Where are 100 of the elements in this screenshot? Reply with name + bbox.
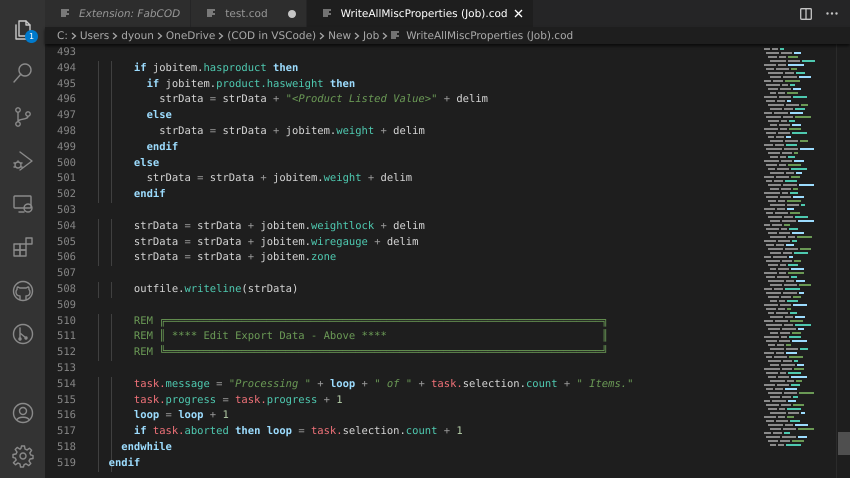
line-number: 496 (56, 92, 76, 108)
code-token: loop (330, 378, 356, 390)
editor-tab[interactable]: test.cod (191, 0, 307, 27)
code-token: strData (146, 172, 191, 184)
code-token: " Items." (576, 378, 634, 390)
chevron-icon (354, 32, 360, 40)
graph-icon (10, 322, 34, 346)
code-token: progress (166, 394, 216, 406)
code-token: if (132, 425, 147, 438)
code-token: then (272, 62, 298, 74)
code-token: + (246, 236, 256, 248)
code-token: 1 (336, 394, 343, 406)
code-token: jobitem. (164, 78, 216, 90)
line-number: 508 (56, 282, 76, 297)
code-token: else (146, 109, 172, 122)
code-token: + (272, 124, 280, 137)
code-token: jobitem. (273, 172, 324, 184)
code-token: weight (324, 172, 362, 184)
code-token: strData (132, 220, 178, 232)
code-token: loop (178, 409, 204, 422)
code-token: = (208, 93, 218, 106)
code-token: = (215, 378, 224, 390)
breadcrumb-item[interactable]: C: (57, 30, 68, 42)
code-token: else (132, 156, 160, 169)
chevron-icon (218, 32, 224, 40)
gear-icon (10, 444, 34, 468)
line-number: 495 (56, 76, 76, 92)
editor-tab[interactable]: WriteAllMiscProperties (Job).cod (306, 0, 534, 27)
code-token: + (360, 378, 369, 390)
code-token: writeline (184, 282, 242, 295)
code-token: strData (158, 93, 204, 106)
breadcrumb-item[interactable]: Job (363, 30, 380, 42)
line-number: 507 (56, 266, 76, 282)
code-token: = (184, 220, 192, 232)
code-token: = (208, 124, 218, 137)
search-icon (10, 61, 34, 86)
code-token: + (373, 236, 382, 248)
code-token: + (562, 378, 572, 390)
code-token: strData (197, 236, 242, 248)
code-token: 1 (222, 409, 229, 422)
line-number: 501 (56, 171, 76, 186)
code-token: strData (197, 251, 242, 264)
code-token: task. (132, 394, 166, 406)
line-number: 515 (56, 392, 76, 408)
file-lines-icon (61, 9, 70, 18)
breadcrumb-item[interactable]: New (328, 30, 352, 42)
breadcrumb-item[interactable]: Users (80, 30, 110, 42)
split-editor-icon[interactable] (800, 8, 812, 20)
code-token: weightlock (310, 220, 374, 232)
line-number: 493 (56, 45, 76, 60)
editor-tab[interactable]: Extension: FabCOD (45, 0, 192, 27)
code-token: + (380, 220, 388, 232)
code-token: = (184, 236, 192, 248)
line-number: 510 (56, 314, 76, 329)
code-token: + (272, 93, 280, 106)
file-lines-icon (322, 9, 332, 18)
code-token: strData (132, 251, 178, 264)
scrollbar-thumb[interactable] (838, 432, 850, 455)
code-token: "<Product Listed Value>" (286, 93, 438, 106)
code-token: + (442, 93, 452, 106)
code-token: task. (431, 378, 463, 390)
code-token: + (366, 172, 376, 184)
code-token: delim (386, 236, 418, 248)
line-number: 498 (56, 124, 76, 139)
code-token: + (442, 425, 452, 438)
breadcrumb-item[interactable]: (COD in VSCode) (227, 30, 316, 42)
code-token: endif (132, 188, 166, 200)
code-token: " of " (374, 378, 412, 390)
code-token: selection. (342, 425, 406, 438)
code-token: count (526, 378, 558, 390)
line-number: 503 (56, 202, 76, 218)
code-token: wiregauge (310, 236, 368, 248)
close-icon[interactable] (514, 9, 523, 18)
more-actions-icon[interactable] (826, 12, 838, 15)
code-token: = (164, 409, 173, 422)
file-lines-icon (391, 31, 400, 40)
code-token: message (166, 378, 210, 390)
code-token: delim (393, 220, 425, 232)
code-token: loop (132, 409, 160, 422)
code-token: if (132, 62, 147, 74)
line-number: 519 (56, 456, 76, 471)
code-token: selection. (462, 378, 526, 390)
breadcrumb-item[interactable]: OneDrive (166, 30, 216, 42)
chevron-icon (156, 32, 163, 40)
line-number: 504 (56, 218, 76, 234)
line-number: 517 (56, 424, 76, 440)
code-token: delim (380, 172, 412, 184)
notification-badge: 1 (25, 30, 38, 43)
line-number: 497 (56, 108, 76, 124)
breadcrumb-item[interactable]: dyoun (121, 30, 154, 42)
code-token: = (196, 172, 204, 184)
code-token: jobitem. (260, 236, 311, 248)
code-token: endif (146, 140, 178, 153)
line-number: 516 (56, 408, 76, 424)
code-token: task. (235, 394, 267, 406)
code-token: REM ╔═════════════════════════════════════════════════════════════════════╗ (132, 314, 608, 327)
code-token: REM ╚═════════════════════════════════════════════════════════════════════╝ (132, 346, 608, 358)
breadcrumb-item[interactable]: WriteAllMiscProperties (Job).cod (406, 30, 574, 42)
code-token: strData (222, 93, 267, 106)
line-number: 509 (56, 298, 76, 313)
